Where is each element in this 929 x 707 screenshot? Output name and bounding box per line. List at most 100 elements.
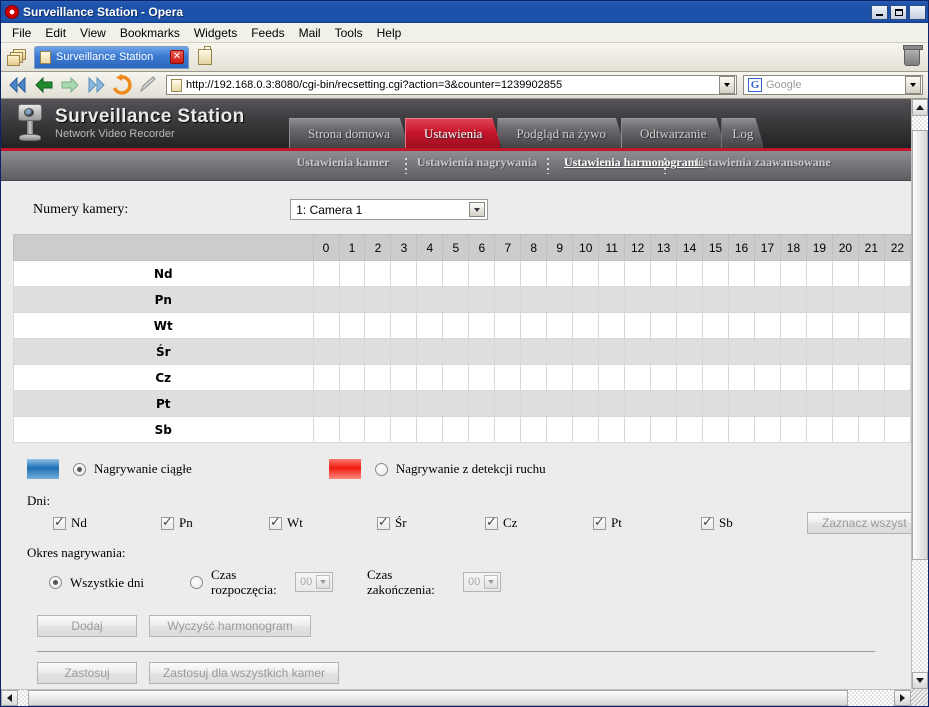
schedule-cell[interactable] bbox=[546, 312, 574, 339]
schedule-cell[interactable] bbox=[468, 390, 496, 417]
schedule-cell[interactable] bbox=[702, 338, 730, 365]
schedule-cell[interactable] bbox=[312, 312, 340, 339]
schedule-cell[interactable] bbox=[676, 390, 704, 417]
schedule-cell[interactable] bbox=[338, 312, 366, 339]
day-checkbox-cz[interactable]: Cz bbox=[485, 515, 593, 531]
schedule-cell[interactable] bbox=[442, 312, 470, 339]
schedule-cell[interactable] bbox=[883, 364, 911, 391]
subnav-ustawienia-kamer[interactable]: Ustawienia kamer bbox=[288, 155, 398, 169]
schedule-cell[interactable] bbox=[857, 390, 885, 417]
start-time-select[interactable]: 00 bbox=[295, 572, 334, 592]
tab-podglad-na-zywo[interactable]: Podgląd na żywo bbox=[497, 118, 625, 148]
schedule-cell[interactable] bbox=[468, 312, 496, 339]
scroll-up-button[interactable] bbox=[912, 99, 928, 116]
schedule-cell[interactable] bbox=[702, 416, 730, 443]
schedule-cell[interactable] bbox=[390, 390, 418, 417]
schedule-cell[interactable] bbox=[805, 338, 833, 365]
schedule-cell[interactable] bbox=[728, 390, 755, 417]
vertical-scroll-thumb[interactable] bbox=[912, 130, 928, 560]
schedule-cell[interactable] bbox=[572, 286, 600, 313]
schedule-cell[interactable] bbox=[390, 364, 418, 391]
schedule-cell[interactable] bbox=[728, 260, 755, 287]
schedule-cell[interactable] bbox=[650, 312, 678, 339]
schedule-cell[interactable] bbox=[676, 312, 704, 339]
schedule-cell[interactable] bbox=[546, 260, 574, 287]
schedule-cell[interactable] bbox=[468, 286, 496, 313]
schedule-cell[interactable] bbox=[416, 260, 444, 287]
checkbox-icon[interactable] bbox=[269, 515, 282, 530]
schedule-cell[interactable] bbox=[754, 390, 781, 417]
day-checkbox-nd[interactable]: Nd bbox=[53, 515, 161, 531]
schedule-cell[interactable] bbox=[312, 390, 340, 417]
schedule-cell[interactable] bbox=[598, 338, 626, 365]
scroll-left-button[interactable] bbox=[1, 690, 18, 706]
schedule-cell[interactable] bbox=[572, 364, 600, 391]
schedule-cell[interactable] bbox=[754, 416, 781, 443]
trash-icon[interactable] bbox=[903, 45, 923, 66]
schedule-cell[interactable] bbox=[364, 416, 392, 443]
schedule-cell[interactable] bbox=[779, 390, 807, 417]
schedule-cell[interactable] bbox=[442, 286, 470, 313]
schedule-cell[interactable] bbox=[312, 364, 340, 391]
schedule-table[interactable]: 0 1 2 3 4 5 6 7 8 9 10 11 12 13 14 15 16 17 18 19 20 21 22 Nd P… bbox=[13, 234, 911, 443]
schedule-cell[interactable] bbox=[468, 338, 496, 365]
schedule-cell[interactable] bbox=[520, 338, 548, 365]
schedule-cell[interactable] bbox=[364, 390, 392, 417]
schedule-cell[interactable] bbox=[416, 338, 444, 365]
schedule-cell[interactable] bbox=[702, 260, 730, 287]
schedule-cell[interactable] bbox=[650, 286, 678, 313]
schedule-cell[interactable] bbox=[338, 260, 366, 287]
menu-item-feeds[interactable]: Feeds bbox=[244, 24, 291, 42]
schedule-cell[interactable] bbox=[364, 312, 392, 339]
period-radio-time-range[interactable] bbox=[190, 575, 204, 589]
schedule-cell[interactable] bbox=[728, 416, 755, 443]
schedule-cell[interactable] bbox=[883, 416, 911, 443]
schedule-cell[interactable] bbox=[442, 364, 470, 391]
schedule-cell[interactable] bbox=[857, 260, 885, 287]
schedule-cell[interactable] bbox=[546, 364, 574, 391]
day-checkbox-sr[interactable]: Śr bbox=[377, 515, 485, 531]
schedule-cell[interactable] bbox=[390, 260, 418, 287]
schedule-cell[interactable] bbox=[520, 364, 548, 391]
search-box[interactable]: G Google bbox=[743, 75, 923, 95]
checkbox-icon[interactable] bbox=[161, 515, 174, 530]
tab-stack-icon[interactable] bbox=[5, 46, 31, 68]
schedule-cell[interactable] bbox=[364, 364, 392, 391]
tab-close-icon[interactable]: ✕ bbox=[170, 50, 184, 64]
minimize-button[interactable] bbox=[871, 4, 888, 20]
scroll-right-button[interactable] bbox=[894, 690, 911, 706]
schedule-cell[interactable] bbox=[779, 260, 807, 287]
schedule-cell[interactable] bbox=[494, 364, 522, 391]
schedule-cell[interactable] bbox=[676, 364, 704, 391]
schedule-cell[interactable] bbox=[598, 286, 626, 313]
browser-tab[interactable]: Surveillance Station ✕ bbox=[34, 45, 189, 69]
schedule-cell[interactable] bbox=[650, 416, 678, 443]
schedule-cell[interactable] bbox=[312, 338, 340, 365]
schedule-cell[interactable] bbox=[338, 390, 366, 417]
schedule-cell[interactable] bbox=[442, 260, 470, 287]
schedule-cell[interactable] bbox=[779, 416, 807, 443]
schedule-cell[interactable] bbox=[676, 260, 704, 287]
schedule-cell[interactable] bbox=[494, 338, 522, 365]
schedule-cell[interactable] bbox=[831, 416, 859, 443]
checkbox-icon[interactable] bbox=[701, 515, 714, 530]
schedule-cell[interactable] bbox=[494, 286, 522, 313]
schedule-cell[interactable] bbox=[702, 364, 730, 391]
schedule-cell[interactable] bbox=[520, 260, 548, 287]
schedule-cell[interactable] bbox=[494, 312, 522, 339]
schedule-cell[interactable] bbox=[416, 416, 444, 443]
schedule-cell[interactable] bbox=[416, 390, 444, 417]
menu-item-help[interactable]: Help bbox=[370, 24, 409, 42]
schedule-cell[interactable] bbox=[364, 260, 392, 287]
schedule-cell[interactable] bbox=[468, 364, 496, 391]
vertical-scroll-track[interactable] bbox=[912, 116, 928, 672]
schedule-cell[interactable] bbox=[338, 338, 366, 365]
vertical-scrollbar[interactable] bbox=[911, 99, 928, 689]
schedule-cell[interactable] bbox=[546, 286, 574, 313]
day-checkbox-pn[interactable]: Pn bbox=[161, 515, 269, 531]
search-dropdown-icon[interactable] bbox=[905, 76, 921, 94]
tab-ustawienia[interactable]: Ustawienia bbox=[405, 118, 501, 148]
schedule-cell[interactable] bbox=[754, 260, 781, 287]
schedule-cell[interactable] bbox=[598, 312, 626, 339]
address-bar[interactable]: http://192.168.0.3:8080/cgi-bin/recsetti… bbox=[166, 75, 737, 95]
